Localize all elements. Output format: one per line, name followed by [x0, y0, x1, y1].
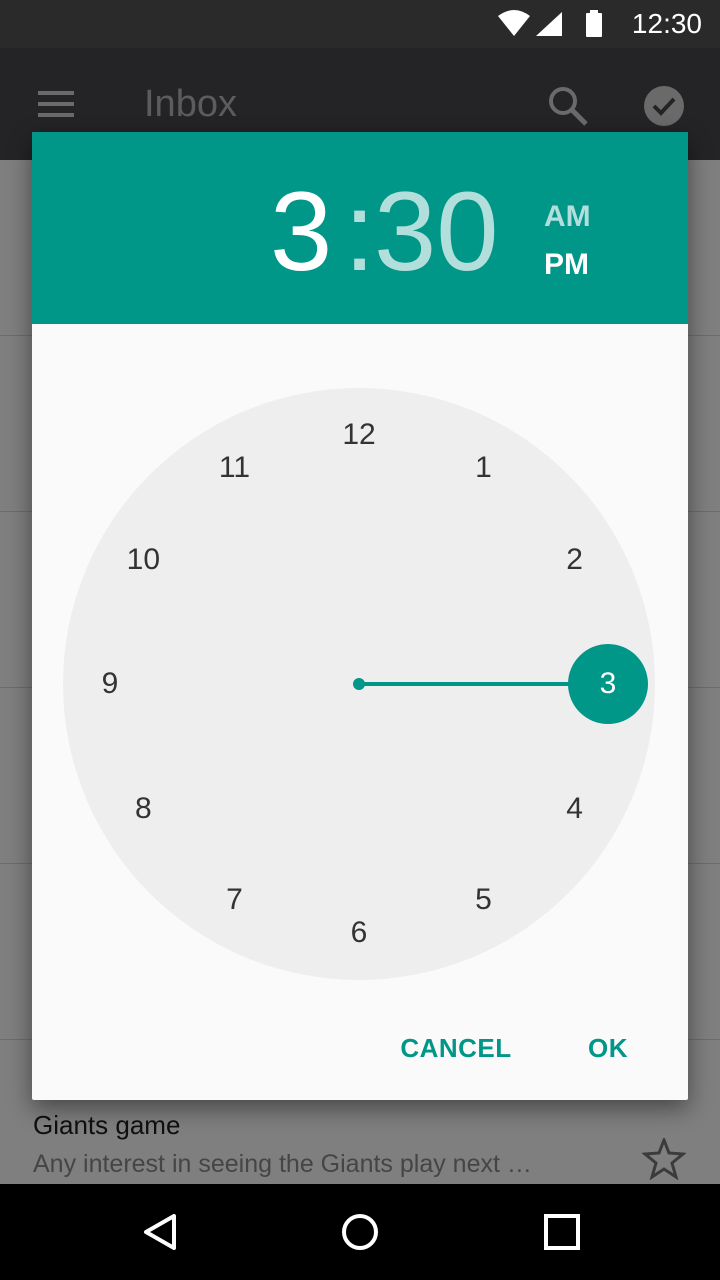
minute-display[interactable]: 30 [374, 172, 499, 292]
cancel-button[interactable]: CANCEL [390, 1028, 522, 1068]
time-separator: : [344, 169, 376, 294]
status-time: 12:30 [631, 8, 702, 39]
dial-number-6[interactable]: 6 [329, 913, 389, 953]
ok-button[interactable]: OK [568, 1028, 648, 1068]
clock-center-dot [353, 678, 365, 690]
dial-number-2[interactable]: 2 [545, 540, 605, 580]
wifi-icon [498, 10, 530, 36]
dial-number-9[interactable]: 9 [80, 664, 140, 704]
hour-display[interactable]: 3 [270, 172, 332, 292]
dial-number-3[interactable]: 3 [578, 664, 638, 704]
home-icon[interactable] [340, 1212, 380, 1252]
dial-number-8[interactable]: 8 [113, 789, 173, 829]
dial-number-7[interactable]: 7 [205, 880, 265, 920]
time-picker-header: 3 : 30 AM PM [32, 132, 688, 324]
battery-icon [586, 10, 602, 37]
dial-number-4[interactable]: 4 [545, 789, 605, 829]
back-icon[interactable] [140, 1212, 180, 1252]
dial-number-10[interactable]: 10 [113, 540, 173, 580]
dial-number-12[interactable]: 12 [329, 415, 389, 455]
am-toggle[interactable]: AM [544, 200, 591, 234]
clock-hand [353, 644, 648, 724]
time-picker-dialog: 3 : 30 AM PM 12 1 2 3 4 5 6 7 8 9 10 11 CANCEL OK [32, 132, 688, 1100]
pm-toggle[interactable]: PM [544, 248, 589, 282]
status-bar: 12:30 [0, 0, 720, 48]
cell-signal-icon [536, 12, 562, 36]
dial-number-1[interactable]: 1 [454, 448, 514, 488]
dial-number-11[interactable]: 11 [205, 448, 265, 488]
dial-number-5[interactable]: 5 [454, 880, 514, 920]
navigation-bar [0, 1184, 720, 1280]
status-icons [498, 10, 602, 37]
recents-icon[interactable] [542, 1212, 582, 1252]
